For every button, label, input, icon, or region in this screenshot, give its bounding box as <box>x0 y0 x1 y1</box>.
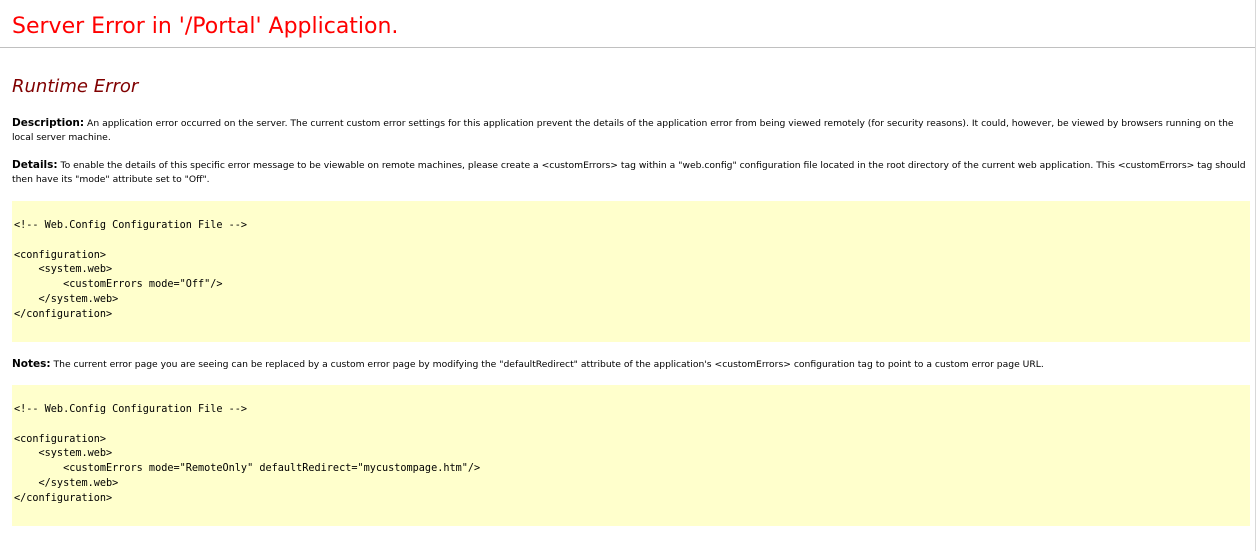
description-paragraph: Description: An application error occurr… <box>12 116 1248 145</box>
page-title: Server Error in '/Portal' Application. <box>12 14 399 39</box>
error-page: Server Error in '/Portal' Application. R… <box>0 0 1256 551</box>
details-paragraph: Details: To enable the details of this s… <box>12 158 1248 187</box>
description-label: Description: <box>12 117 85 129</box>
details-label: Details: <box>12 159 58 171</box>
error-heading: Runtime Error <box>12 76 139 97</box>
notes-paragraph: Notes: The current error page you are se… <box>12 357 1248 372</box>
code-sample-off-text[interactable]: <!-- Web.Config Configuration File --> <… <box>14 219 1250 323</box>
code-sample-remoteonly-text[interactable]: <!-- Web.Config Configuration File --> <… <box>14 403 1250 507</box>
code-sample-remoteonly: <!-- Web.Config Configuration File --> <… <box>12 385 1250 526</box>
notes-label: Notes: <box>12 358 51 370</box>
title-divider <box>0 47 1256 48</box>
code-sample-off: <!-- Web.Config Configuration File --> <… <box>12 201 1250 342</box>
notes-text: The current error page you are seeing ca… <box>53 359 1044 370</box>
description-text: An application error occurred on the ser… <box>12 118 1234 143</box>
details-text: To enable the details of this specific e… <box>12 160 1246 185</box>
